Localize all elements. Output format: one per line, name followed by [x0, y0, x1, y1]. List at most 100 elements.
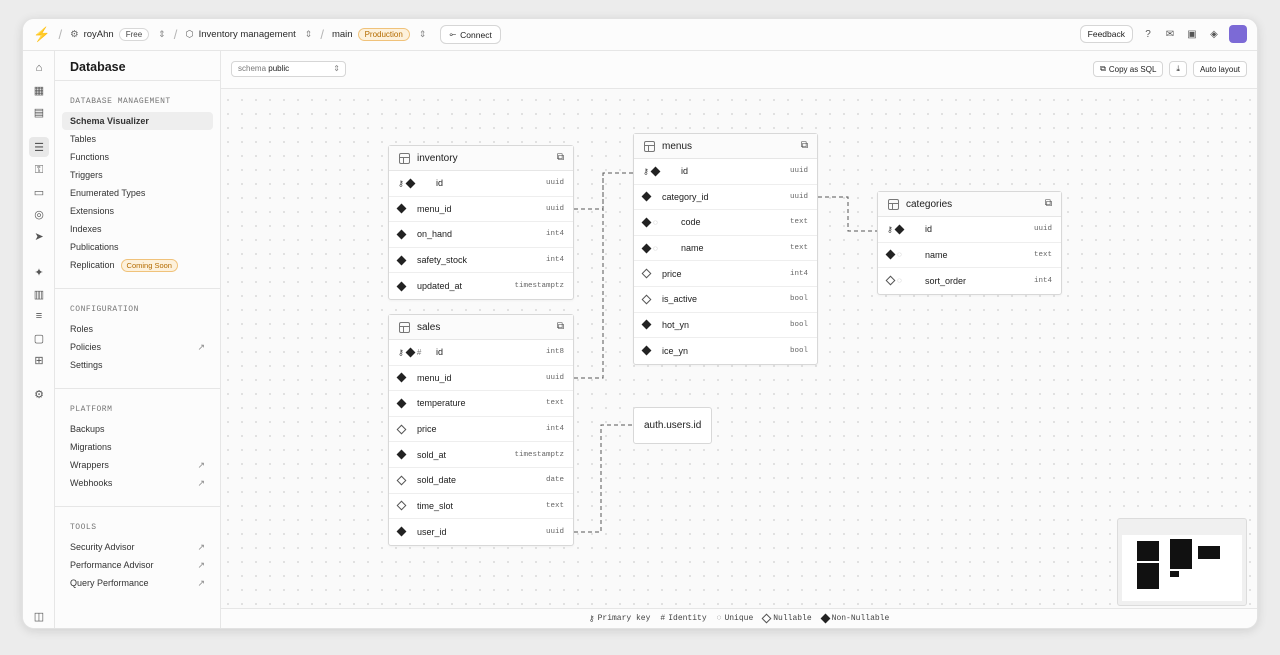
assistant-icon[interactable]: ◈ — [1207, 27, 1221, 41]
column-type: text — [789, 244, 808, 253]
sql-editor-icon[interactable]: ▤ — [32, 105, 46, 119]
column-row[interactable]: is_active bool — [634, 287, 817, 313]
table-node-menus[interactable]: menus ⧉ ⚷ id uuid category_id uuid ◌ code … — [633, 133, 818, 365]
sidebar-item-query-performance[interactable]: Query Performance ↗ — [55, 574, 220, 592]
sidebar-item-replication[interactable]: Replication Coming Soon — [55, 256, 220, 274]
open-table-icon[interactable]: ⧉ — [801, 140, 808, 151]
minimap[interactable] — [1117, 518, 1247, 606]
chevron-updown-icon[interactable]: ⇕ — [158, 29, 166, 40]
plan-badge: Free — [118, 28, 150, 41]
sidebar-item-security-advisor[interactable]: Security Advisor ↗ — [55, 538, 220, 556]
collapse-sidebar-icon[interactable]: ◫ — [32, 609, 46, 623]
sidebar-item-indexes[interactable]: Indexes — [55, 220, 220, 238]
column-row[interactable]: price int4 — [389, 417, 573, 443]
column-row[interactable]: ice_yn bool — [634, 338, 817, 364]
sidebar-item-functions[interactable]: Functions — [55, 148, 220, 166]
sidebar-item-webhooks[interactable]: Webhooks ↗ — [55, 474, 220, 492]
api-docs-icon[interactable]: ▢ — [32, 331, 46, 345]
chevron-updown-icon[interactable]: ⇕ — [305, 29, 313, 40]
column-row[interactable]: category_id uuid — [634, 185, 817, 211]
sidebar-item-label: Schema Visualizer — [70, 116, 149, 126]
column-row[interactable]: temperature text — [389, 391, 573, 417]
chevron-updown-icon[interactable]: ⇕ — [419, 29, 427, 40]
sidebar-item-migrations[interactable]: Migrations — [55, 438, 220, 456]
column-row[interactable]: hot_yn bool — [634, 313, 817, 339]
column-row[interactable]: ⚷ id uuid — [389, 171, 573, 197]
home-icon[interactable]: ⌂ — [32, 61, 46, 75]
open-table-icon[interactable]: ⧉ — [557, 321, 564, 332]
non-nullable-icon — [396, 527, 407, 537]
sidebar-item-performance-advisor[interactable]: Performance Advisor ↗ — [55, 556, 220, 574]
auth-icon[interactable]: ⚿ — [32, 163, 46, 177]
sidebar-item-triggers[interactable]: Triggers — [55, 166, 220, 184]
sidebar-item-enumerated-types[interactable]: Enumerated Types — [55, 184, 220, 202]
column-row[interactable]: ⚷ id uuid — [878, 217, 1061, 243]
table-name: inventory — [417, 152, 458, 164]
open-table-icon[interactable]: ⧉ — [1045, 198, 1052, 209]
column-row[interactable]: ◌ name text — [634, 236, 817, 262]
feedback-button[interactable]: Feedback — [1079, 25, 1133, 43]
inbox-icon[interactable]: ✉ — [1163, 27, 1177, 41]
open-table-icon[interactable]: ⧉ — [557, 152, 564, 163]
column-row[interactable]: user_id uuid — [389, 519, 573, 545]
sidebar-item-backups[interactable]: Backups — [55, 420, 220, 438]
column-row[interactable]: sold_date date — [389, 468, 573, 494]
edge-functions-icon[interactable]: ➤ — [32, 229, 46, 243]
realtime-icon[interactable]: ◎ — [32, 207, 46, 221]
column-row[interactable]: ◌ sort_order int4 — [878, 268, 1061, 294]
table-node-inventory[interactable]: inventory ⧉ ⚷ id uuid menu_id uuid on_han… — [388, 145, 574, 300]
branch-name: main — [331, 29, 353, 40]
database-icon[interactable]: ☰ — [29, 137, 49, 157]
logo-icon[interactable]: ⚡ — [33, 26, 50, 43]
storage-icon[interactable]: ▭ — [32, 185, 46, 199]
sidebar-item-schema-visualizer[interactable]: Schema Visualizer — [62, 112, 213, 130]
fingerprint-icon: ◌ — [716, 614, 722, 623]
sidebar-item-settings[interactable]: Settings — [55, 356, 220, 374]
help-icon[interactable]: ? — [1141, 27, 1155, 41]
project-switcher[interactable]: ⬡ Inventory management ⇕ — [185, 29, 312, 40]
download-button[interactable]: ⤓ — [1169, 61, 1187, 77]
org-switcher[interactable]: ⚙ royAhn Free ⇕ — [70, 28, 166, 41]
sidebar-item-tables[interactable]: Tables — [55, 130, 220, 148]
ref-auth-users[interactable]: auth.users.id — [633, 407, 712, 444]
terminal-icon[interactable]: ▣ — [1185, 27, 1199, 41]
column-name: sold_at — [417, 449, 447, 460]
table-name: menus — [662, 140, 693, 152]
connect-button[interactable]: ⟜ Connect — [440, 25, 501, 44]
integrations-icon[interactable]: ⊞ — [32, 353, 46, 367]
sidebar-item-extensions[interactable]: Extensions — [55, 202, 220, 220]
column-row[interactable]: ◌ code text — [634, 210, 817, 236]
schema-toolbar: schema public ⇕ ⧉ Copy as SQL ⤓ Auto lay… — [221, 51, 1257, 89]
fingerprint-icon: ◌ — [897, 250, 902, 260]
sidebar-item-policies[interactable]: Policies ↗ — [55, 338, 220, 356]
settings-icon[interactable]: ⚙ — [32, 387, 46, 401]
table-node-categories[interactable]: categories ⧉ ⚷ id uuid ◌ name text ◌ sort_o… — [877, 191, 1062, 295]
column-row[interactable]: menu_id uuid — [389, 366, 573, 392]
sidebar-item-roles[interactable]: Roles — [55, 320, 220, 338]
table-header: inventory ⧉ — [389, 146, 573, 171]
column-row[interactable]: safety_stock int4 — [389, 248, 573, 274]
table-editor-icon[interactable]: ▦ — [32, 83, 46, 97]
sidebar-item-label: Query Performance — [70, 578, 149, 588]
advisors-icon[interactable]: ✦ — [32, 265, 46, 279]
branch-switcher[interactable]: main Production ⇕ — [332, 28, 426, 41]
column-row[interactable]: price int4 — [634, 261, 817, 287]
avatar[interactable] — [1229, 25, 1247, 43]
auto-layout-button[interactable]: Auto layout — [1192, 61, 1247, 77]
column-row[interactable]: menu_id uuid — [389, 197, 573, 223]
column-row[interactable]: ◌ name text — [878, 243, 1061, 269]
column-row[interactable]: ⚷ # id int8 — [389, 340, 573, 366]
column-row[interactable]: updated_at timestamptz — [389, 273, 573, 299]
table-node-sales[interactable]: sales ⧉ ⚷ # id int8 menu_id uuid temperatu… — [388, 314, 574, 546]
column-row[interactable]: sold_at timestamptz — [389, 442, 573, 468]
column-row[interactable]: ⚷ id uuid — [634, 159, 817, 185]
column-row[interactable]: on_hand int4 — [389, 222, 573, 248]
schema-select[interactable]: schema public ⇕ — [231, 61, 346, 77]
sidebar-item-wrappers[interactable]: Wrappers ↗ — [55, 456, 220, 474]
column-row[interactable]: time_slot text — [389, 494, 573, 520]
reports-icon[interactable]: ▥ — [32, 287, 46, 301]
logs-icon[interactable]: ≡ — [32, 309, 46, 323]
column-name: on_hand — [417, 229, 453, 240]
sidebar-item-publications[interactable]: Publications — [55, 238, 220, 256]
copy-sql-button[interactable]: ⧉ Copy as SQL — [1093, 61, 1164, 77]
